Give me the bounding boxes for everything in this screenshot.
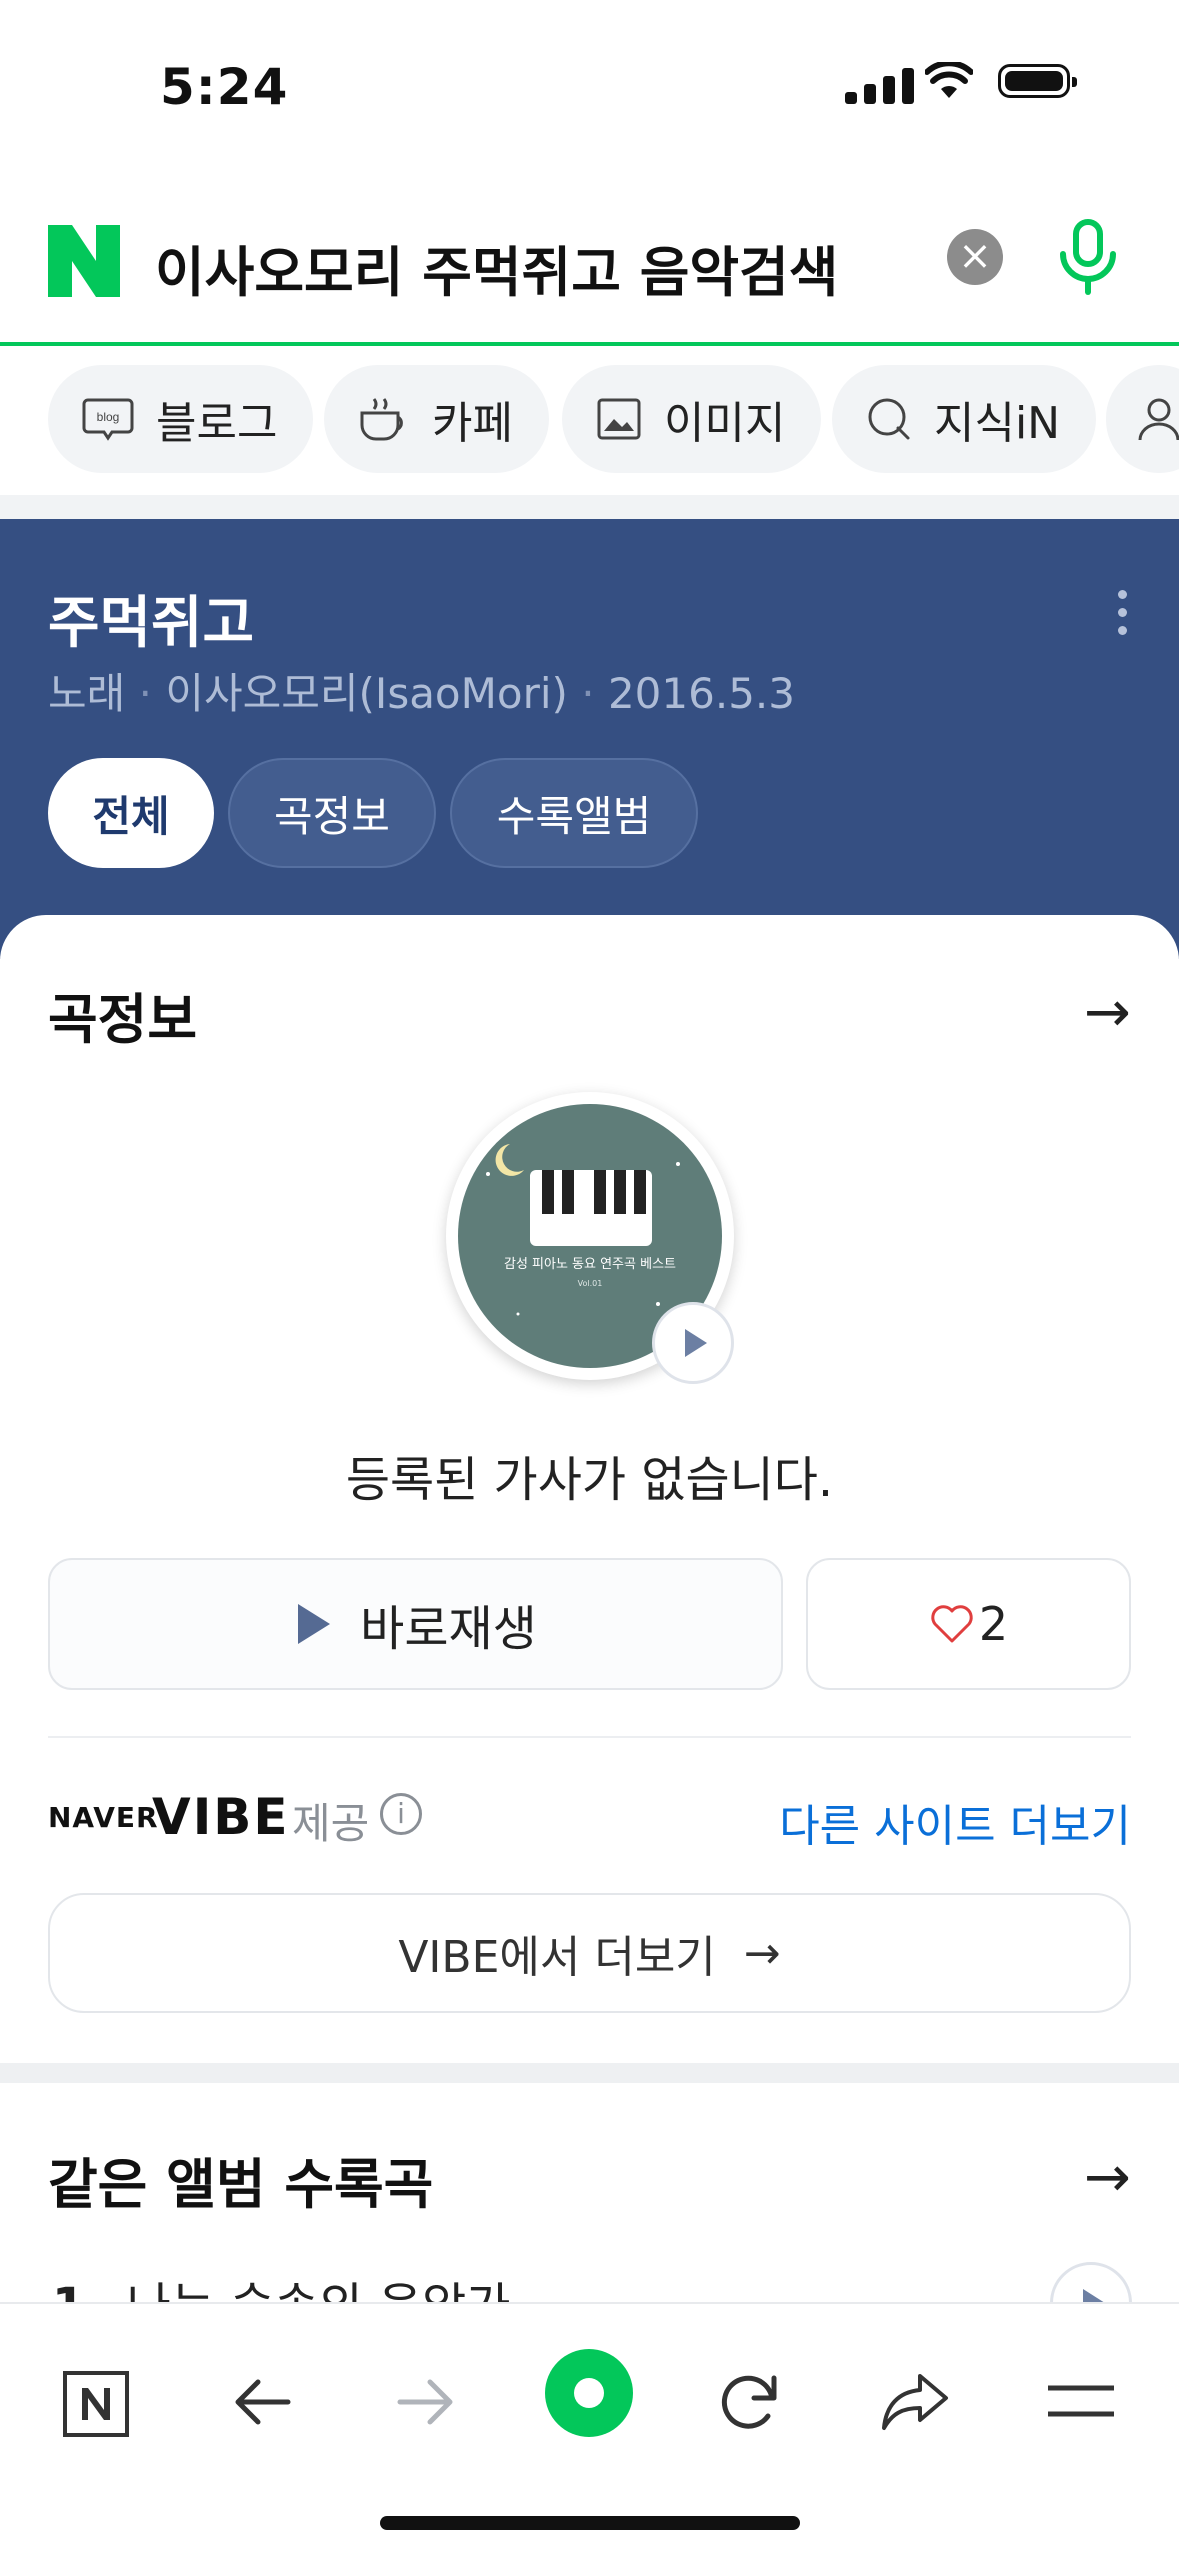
person-icon	[1138, 398, 1179, 441]
blog-icon: blog	[82, 398, 134, 441]
more-sites-link[interactable]: 다른 사이트 더보기	[779, 1790, 1131, 1854]
naver-wordmark: NAVER	[48, 1801, 159, 1834]
section-separator	[0, 495, 1179, 519]
status-time: 5:24	[160, 58, 289, 116]
vibe-logo: VIBE	[152, 1788, 290, 1846]
album-tracks-arrow-icon[interactable]: →	[1084, 2145, 1131, 2210]
kin-icon	[868, 398, 910, 440]
wifi-icon	[924, 60, 974, 104]
play-now-button[interactable]: 바로재생	[48, 1558, 783, 1690]
image-icon	[597, 398, 641, 440]
chip-image[interactable]: 이미지	[562, 365, 822, 473]
song-info-heading: 곡정보	[48, 988, 198, 1051]
vibe-more-button[interactable]: VIBE에서 더보기 →	[48, 1893, 1131, 2013]
refresh-icon[interactable]	[718, 2370, 782, 2438]
album-art-volume: Vol.01	[578, 1279, 603, 1288]
like-button[interactable]: 2	[806, 1558, 1131, 1690]
chip-kin-label: 지식iN	[934, 398, 1061, 449]
more-options-icon[interactable]	[1118, 590, 1127, 635]
share-icon[interactable]	[880, 2370, 950, 2438]
section-separator	[0, 2063, 1179, 2083]
cafe-icon	[360, 398, 403, 441]
heart-icon	[931, 1605, 973, 1643]
naver-logo-icon[interactable]	[48, 225, 120, 297]
chip-cafe[interactable]: 카페	[324, 365, 549, 473]
search-bar-underline	[0, 342, 1179, 346]
tab-album[interactable]: 수록앨범	[450, 758, 698, 868]
microphone-icon[interactable]	[1055, 218, 1121, 302]
tab-song-info[interactable]: 곡정보	[228, 758, 436, 868]
play-now-label: 바로재생	[360, 1601, 537, 1657]
clear-search-button[interactable]: ×	[947, 229, 1003, 285]
like-count: 2	[978, 1597, 1009, 1651]
chip-image-label: 이미지	[664, 398, 786, 449]
chip-kin[interactable]: 지식iN	[832, 365, 1097, 473]
battery-icon	[998, 64, 1077, 98]
song-date: 2016.5.3	[607, 669, 795, 718]
cellular-signal-icon	[845, 68, 914, 104]
album-art-title: 감성 피아노 동요 연주곡 베스트	[504, 1257, 676, 1272]
forward-icon[interactable]	[394, 2370, 458, 2438]
menu-icon[interactable]	[1046, 2384, 1116, 2422]
info-icon[interactable]: i	[380, 1793, 422, 1835]
divider	[48, 1736, 1131, 1738]
naver-home-icon[interactable]	[62, 2370, 130, 2442]
back-icon[interactable]	[230, 2370, 294, 2438]
play-icon	[298, 1604, 331, 1644]
chip-blog-label: 블로그	[156, 398, 278, 449]
song-artist[interactable]: 이사오모리(IsaoMori)	[165, 669, 568, 718]
chip-blog[interactable]: blog 블로그	[48, 365, 314, 473]
song-title: 주먹쥐고	[48, 591, 255, 656]
svg-text:blog: blog	[97, 410, 120, 424]
tab-all[interactable]: 전체	[48, 758, 214, 868]
search-input[interactable]: 이사오모리 주먹쥐고 음악검색	[155, 228, 838, 307]
chip-more[interactable]	[1106, 365, 1179, 473]
song-type: 노래	[48, 669, 126, 718]
song-info-arrow-icon[interactable]: →	[1084, 980, 1131, 1045]
vibe-more-label: VIBE에서 더보기	[398, 1932, 716, 1983]
play-icon	[685, 1329, 707, 1357]
provider-label: 제공	[292, 1799, 370, 1848]
song-meta: 노래 · 이사오모리(IsaoMori) · 2016.5.3	[48, 669, 795, 718]
no-lyrics-text: 등록된 가사가 없습니다.	[345, 1452, 834, 1508]
green-dot-icon[interactable]	[544, 2348, 634, 2442]
album-play-button[interactable]	[652, 1302, 734, 1384]
chip-cafe-label: 카페	[432, 398, 513, 449]
home-indicator[interactable]	[380, 2516, 800, 2530]
arrow-right-icon: →	[743, 1927, 781, 1979]
album-tracks-heading: 같은 앨범 수록곡	[48, 2153, 434, 2216]
